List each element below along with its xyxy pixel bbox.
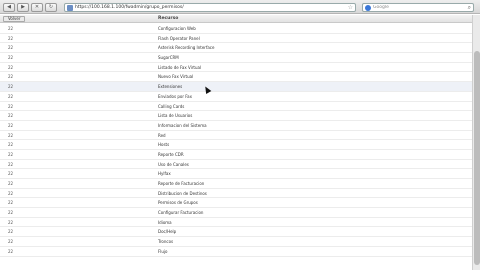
row-id-cell: 22 (8, 93, 14, 99)
row-recurso-cell: Idioma (158, 219, 172, 225)
row-id-cell: 22 (8, 161, 14, 167)
table-row[interactable]: 22 Enviados por Fax (0, 91, 472, 102)
search-input[interactable] (373, 4, 463, 11)
stop-icon: ✕ (34, 4, 40, 10)
table-row[interactable]: 22 Flash Operator Panel (0, 33, 472, 44)
row-recurso-cell: Lista de Usuarios (158, 113, 193, 119)
browser-toolbar: ◀ ▶ ✕ ↻ https://100.168.1.100/fwadmin/gr… (0, 0, 480, 14)
row-recurso-cell: Enviados por Fax (158, 93, 192, 99)
row-id-cell: 22 (8, 151, 14, 157)
row-recurso-cell: Flujo (158, 248, 168, 254)
row-recurso-cell: Reporte CDR (158, 151, 184, 157)
row-recurso-cell: Doc/Help (158, 229, 177, 235)
row-id-cell: 22 (8, 26, 14, 31)
row-recurso-cell: Flash Operator Panel (158, 35, 200, 41)
table-row[interactable]: 22 Idioma (0, 217, 472, 228)
table-row[interactable]: 22 Hylfax (0, 169, 472, 179)
table-row[interactable]: 22 Flujo (0, 246, 472, 257)
row-recurso-cell: Hylfax (158, 171, 171, 177)
row-id-cell: 22 (8, 142, 14, 148)
table-row[interactable]: 22 Troncos (0, 237, 472, 247)
row-recurso-cell: Asterisk Recording Interface (158, 45, 215, 51)
bookmark-star-icon[interactable]: ☆ (348, 4, 353, 11)
row-recurso-cell: Listado de Fax Virtual (158, 64, 202, 70)
row-id-cell: 22 (8, 132, 14, 138)
row-recurso-cell: Reporte de Facturacion (158, 181, 205, 186)
row-recurso-cell: Calling Cards (158, 103, 185, 109)
table-row[interactable]: 22 Uso de Canales (0, 159, 472, 170)
page-content: Volver Recurso 22 Configuracion Web 22 Flas… (0, 15, 480, 270)
browser-window: ◀ ▶ ✕ ↻ https://100.168.1.100/fwadmin/gr… (0, 0, 480, 270)
back-arrow-icon: ◀ (7, 4, 11, 10)
table-row[interactable]: 22 Hosts (0, 140, 472, 150)
row-recurso-cell: Extensiones (158, 84, 183, 90)
forward-arrow-icon: ▶ (21, 4, 25, 10)
row-recurso-cell: Configurar Facturacion (158, 210, 204, 216)
table-row[interactable]: 22 Red (0, 130, 472, 141)
url-bar[interactable]: https://100.168.1.100/fwadmin/grupo_perm… (64, 3, 356, 12)
volver-button[interactable]: Volver (3, 16, 26, 22)
permissions-table: 22 Configuracion Web 22 Flash Operator Pane… (0, 24, 472, 257)
reload-icon: ↻ (48, 4, 54, 10)
table-row[interactable]: 22 Calling Cards (0, 101, 472, 112)
stop-button[interactable]: ✕ (31, 3, 43, 12)
row-id-cell: 22 (8, 35, 14, 41)
row-id-cell: 22 (8, 190, 14, 196)
row-id-cell: 22 (8, 84, 14, 90)
row-id-cell: 22 (8, 171, 14, 177)
row-id-cell: 22 (8, 55, 14, 61)
search-bar[interactable]: ⌕ (362, 3, 474, 12)
table-row[interactable]: 22 Distribucion de Destinos (0, 188, 472, 199)
row-id-cell: 22 (8, 113, 14, 119)
row-id-cell: 22 (8, 210, 14, 216)
row-id-cell: 22 (8, 64, 14, 70)
table-row[interactable]: 22 Extensiones (0, 82, 472, 92)
row-id-cell: 22 (8, 239, 14, 245)
column-header-recurso: Recurso (158, 16, 179, 21)
table-row[interactable]: 22 Informacion del Sistema (0, 120, 472, 131)
row-id-cell: 22 (8, 200, 14, 206)
table-row[interactable]: 22 Nuevo Fax Virtual (0, 72, 472, 83)
reload-button[interactable]: ↻ (45, 3, 57, 12)
row-id-cell: 22 (8, 219, 14, 225)
row-id-cell: 22 (8, 248, 14, 254)
row-recurso-cell: Hosts (158, 142, 170, 148)
site-favicon-icon (67, 5, 73, 11)
table-row[interactable]: 22 Reporte CDR (0, 149, 472, 160)
row-recurso-cell: SugarCRM (158, 55, 179, 61)
table-row[interactable]: 22 Doc/Help (0, 227, 472, 238)
row-recurso-cell: Informacion del Sistema (158, 122, 207, 128)
table-row[interactable]: 22 Reporte de Facturacion (0, 179, 472, 189)
row-recurso-cell: Permisos de Grupos (158, 200, 198, 206)
search-engine-icon[interactable] (365, 5, 371, 11)
row-recurso-cell: Red (158, 132, 166, 138)
row-id-cell: 22 (8, 45, 14, 51)
row-recurso-cell: Configuracion Web (158, 26, 196, 31)
back-button[interactable]: ◀ (3, 3, 15, 12)
table-row[interactable]: 22 Permisos de Grupos (0, 198, 472, 209)
row-id-cell: 22 (8, 122, 14, 128)
table-row[interactable]: 22 Lista de Usuarios (0, 111, 472, 121)
row-id-cell: 22 (8, 103, 14, 109)
row-id-cell: 22 (8, 74, 14, 80)
table-row[interactable]: 22 SugarCRM (0, 53, 472, 63)
scrollbar-thumb[interactable] (474, 51, 480, 265)
url-text[interactable]: https://100.168.1.100/fwadmin/grupo_perm… (75, 4, 184, 11)
row-id-cell: 22 (8, 229, 14, 235)
table-row[interactable]: 22 Listado de Fax Virtual (0, 62, 472, 73)
search-icon[interactable]: ⌕ (468, 4, 471, 11)
forward-button[interactable]: ▶ (17, 3, 29, 12)
row-recurso-cell: Troncos (158, 239, 174, 245)
row-recurso-cell: Distribucion de Destinos (158, 190, 207, 196)
row-recurso-cell: Nuevo Fax Virtual (158, 74, 194, 80)
vertical-scrollbar[interactable] (472, 15, 480, 270)
row-recurso-cell: Uso de Canales (158, 161, 189, 167)
table-row[interactable]: 22 Configuracion Web (0, 24, 472, 34)
table-row[interactable]: 22 Configurar Facturacion (0, 208, 472, 218)
table-row[interactable]: 22 Asterisk Recording Interface (0, 43, 472, 54)
table-header: Volver Recurso (0, 15, 472, 23)
row-id-cell: 22 (8, 181, 14, 186)
